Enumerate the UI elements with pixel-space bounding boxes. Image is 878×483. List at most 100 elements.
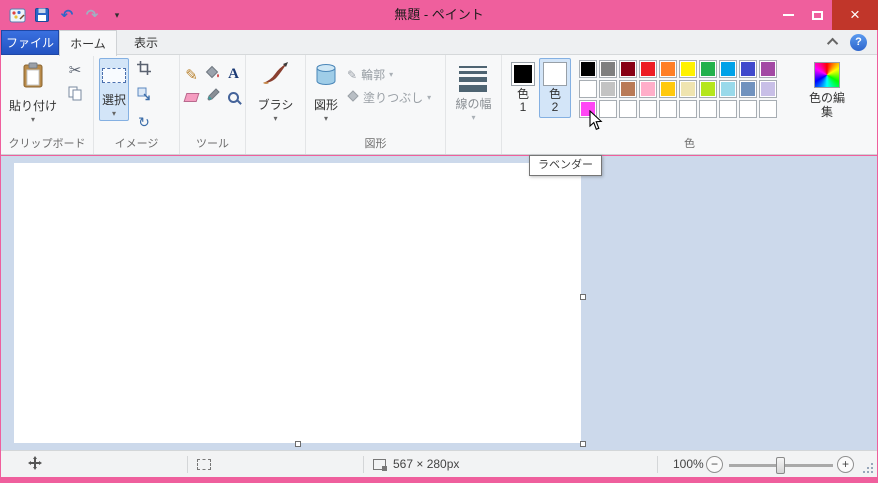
shape-fill-button[interactable]: 塗りつぶし ▾ [347,89,431,106]
pencil-icon: ✎ [185,66,198,84]
shapes-group: 図形 ▾ ✎ 輪郭 ▾ 塗りつぶし ▾ 図形 [305,55,445,154]
minimize-button[interactable] [774,0,803,30]
palette-swatch[interactable] [719,100,737,118]
qat-dropdown-button[interactable]: ▾ [108,6,126,24]
palette-swatch[interactable] [599,80,617,98]
color2-button[interactable]: 色2 [539,58,571,118]
selection-size-indicator [197,451,211,477]
palette-swatch[interactable] [619,60,637,78]
palette-swatch[interactable] [759,80,777,98]
scissors-icon: ✂ [68,62,82,79]
palette-swatch[interactable] [659,80,677,98]
shapes-label: 図形 [314,98,339,112]
paint-logo-icon[interactable] [8,6,26,24]
palette-swatch[interactable] [639,60,657,78]
resize-handle-corner[interactable] [580,441,586,447]
cursor-arrow [589,109,603,136]
canvas-size-text: 567 × 280px [393,457,460,471]
eraser-button[interactable] [182,87,201,108]
zoom-in-button[interactable]: + [837,455,854,473]
group-label-colors: 色 [684,138,695,150]
copy-icon [68,86,82,106]
cut-button[interactable]: ✂ [63,58,87,82]
shapes-button[interactable]: 図形 ▾ [311,58,341,126]
palette-swatch[interactable] [599,60,617,78]
minimize-icon [783,14,794,16]
undo-button[interactable]: ↶ [58,6,76,24]
crop-button[interactable] [132,58,156,82]
maximize-button[interactable] [803,0,832,30]
color1-button[interactable]: 色1 [507,58,539,118]
brushes-button[interactable]: ブラシ ▾ [255,58,297,126]
resize-handle-right[interactable] [580,294,586,300]
statusbar-separator [363,456,364,473]
tab-home[interactable]: ホーム [59,30,117,56]
text-button[interactable]: A [224,64,243,85]
rotate-button[interactable]: ↻ [132,110,156,134]
palette-swatch[interactable] [739,100,757,118]
palette-swatch[interactable] [759,60,777,78]
zoom-slider-thumb[interactable] [776,457,785,474]
copy-button[interactable] [63,84,87,108]
save-button[interactable] [33,6,51,24]
palette-swatch[interactable] [679,60,697,78]
palette-swatch[interactable] [579,80,597,98]
collapse-ribbon-chevron-icon[interactable] [826,37,839,50]
zoom-out-button[interactable]: − [706,455,723,473]
palette-swatch[interactable] [579,60,597,78]
palette-swatch[interactable] [619,100,637,118]
dropdown-arrow-icon: ▾ [427,93,432,102]
tab-file[interactable]: ファイル [1,30,59,55]
palette-swatch[interactable] [679,100,697,118]
palette-swatch[interactable] [639,80,657,98]
resize-button[interactable] [132,84,156,108]
pencil-button[interactable]: ✎ [182,64,201,85]
palette-swatch[interactable] [639,100,657,118]
palette-swatch[interactable] [619,80,637,98]
palette-swatch[interactable] [719,60,737,78]
tooltip: ラベンダー [529,155,602,176]
fill-button[interactable] [203,64,222,85]
palette-swatch[interactable] [759,100,777,118]
colors-group: 色1 色2 色の編集 色 [501,55,877,154]
resize-handle-bottom[interactable] [295,441,301,447]
help-button[interactable]: ? [850,33,867,51]
palette-swatch[interactable] [699,80,717,98]
line-width-label: 線の幅 [455,97,492,111]
magnifier-icon [228,92,239,103]
zoom-slider[interactable] [729,457,833,474]
color-palette [579,60,777,118]
palette-swatch[interactable] [739,80,757,98]
fill-bucket-icon [205,65,220,85]
palette-swatch[interactable] [699,100,717,118]
line-width-button[interactable]: 線の幅 ▾ [452,58,494,125]
titlebar: ↶ ↷ ▾ 無題 - ペイント × [0,0,878,30]
zoom-value: 100% [673,457,704,471]
maximize-icon [812,10,823,20]
zoom-label: 100% [673,451,704,477]
select-button[interactable]: 選択 ▾ [99,58,130,121]
resize-grip[interactable] [862,462,873,473]
outline-pencil-icon: ✎ [347,67,358,82]
canvas[interactable] [14,163,581,443]
palette-swatch[interactable] [679,80,697,98]
color2-swatch [543,62,567,86]
palette-swatch[interactable] [719,80,737,98]
redo-button[interactable]: ↷ [83,6,101,24]
tools-group: ✎ A ツール [179,55,245,154]
tabrow-right: ? [826,30,877,54]
color-picker-button[interactable] [203,87,222,108]
outline-button[interactable]: ✎ 輪郭 ▾ [347,66,431,83]
tab-view[interactable]: 表示 [117,30,175,55]
edit-colors-button[interactable]: 色の編集 [803,58,851,122]
dropdown-arrow-icon: ▾ [324,114,329,123]
palette-swatch[interactable] [699,60,717,78]
paste-button[interactable]: 貼り付け ▾ [6,58,60,127]
palette-swatch[interactable] [739,60,757,78]
pan-crosshair-icon [27,455,43,474]
close-button[interactable]: × [832,0,878,30]
palette-swatch[interactable] [659,100,677,118]
status-bar: 567 × 280px 100% − + [1,450,877,477]
palette-swatch[interactable] [659,60,677,78]
magnifier-button[interactable] [224,87,243,108]
